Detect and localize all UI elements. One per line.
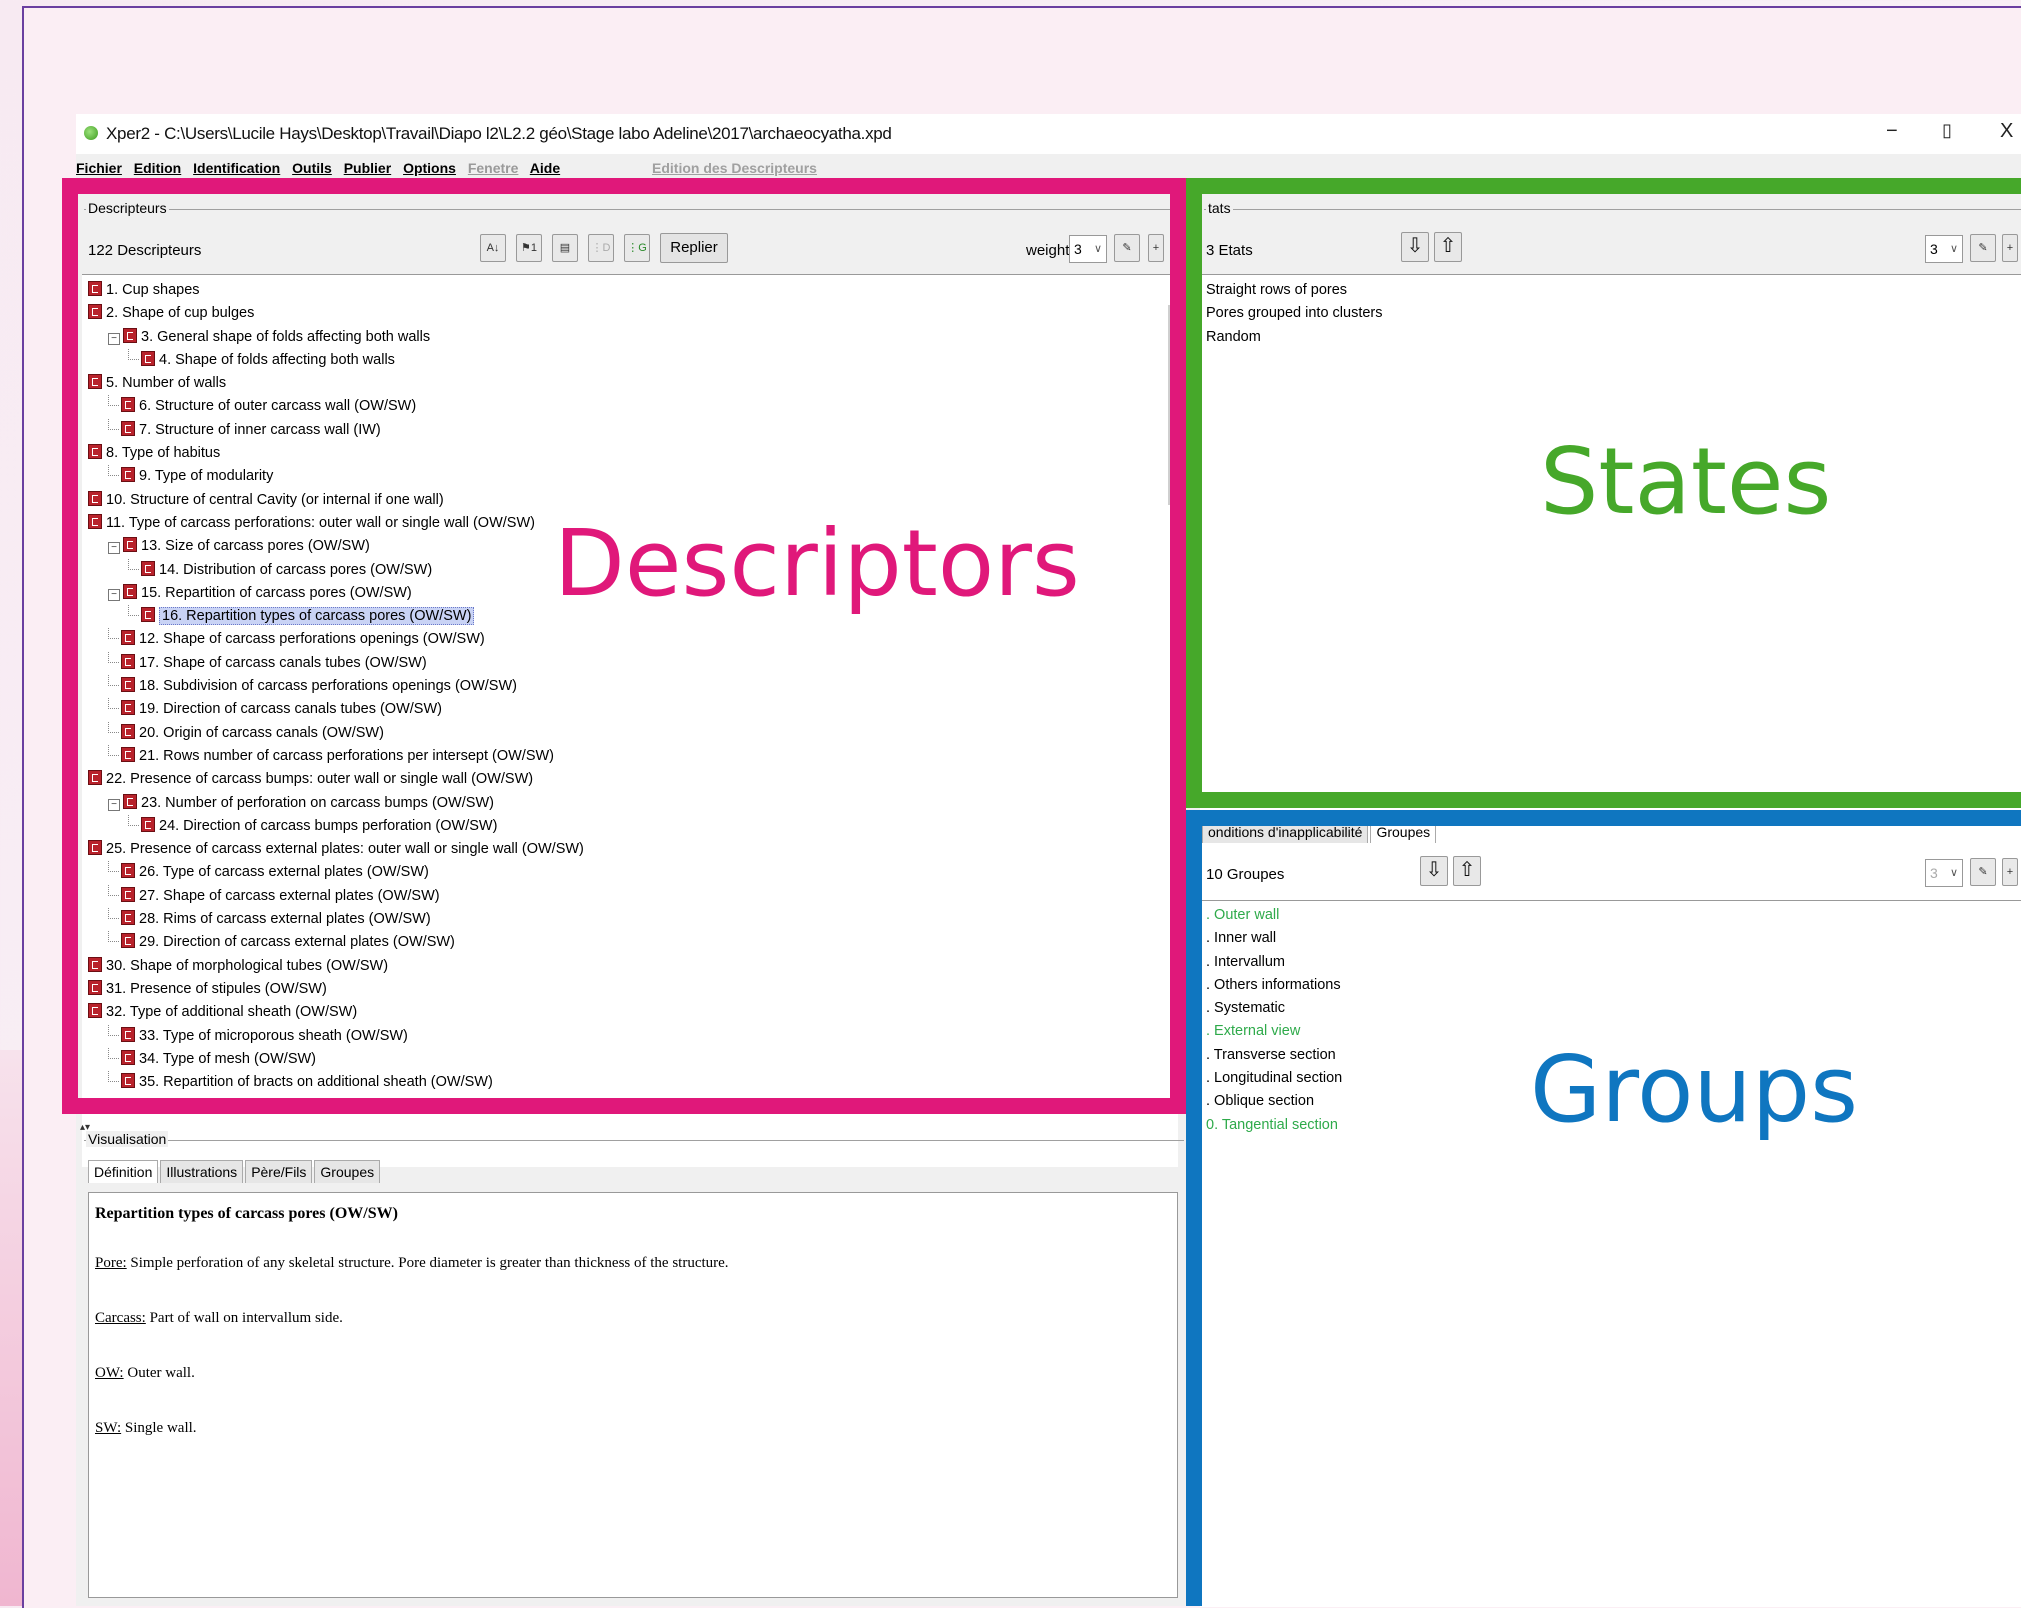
term-pore: Pore:	[95, 1255, 127, 1271]
descriptors-annotation: Descriptors	[554, 510, 1080, 617]
visualisation-tabs: Définition Illustrations Père/Fils Groupes	[88, 1160, 382, 1183]
tab-illustrations[interactable]: Illustrations	[160, 1160, 244, 1183]
text-ow: Outer wall.	[123, 1365, 195, 1381]
visualisation-fieldset-border	[84, 1140, 1184, 1141]
term-sw: SW:	[95, 1420, 122, 1436]
minimize-button[interactable]: −	[1886, 120, 1898, 143]
text-sw: Single wall.	[121, 1420, 197, 1436]
close-button[interactable]: X	[2000, 120, 2013, 143]
menu-edition[interactable]: Edition	[134, 160, 181, 176]
definition-ow: OW: Outer wall.	[95, 1365, 195, 1382]
definition-sw: SW: Single wall.	[95, 1420, 197, 1437]
text-pore: Simple perforation of any skeletal struc…	[126, 1255, 729, 1271]
title-bar: Xper2 - C:\Users\Lucile Hays\Desktop\Tra…	[76, 114, 2021, 154]
menu-fichier[interactable]: Fichier	[76, 160, 122, 176]
edition-mode-label: Edition des Descripteurs	[652, 160, 817, 176]
term-ow: OW:	[95, 1365, 124, 1381]
states-annotation: States	[1540, 428, 1832, 535]
text-carcass: Part of wall on intervallum side.	[145, 1310, 343, 1326]
tab-definition[interactable]: Définition	[88, 1160, 159, 1183]
groups-annotation: Groups	[1530, 1036, 1859, 1143]
menu-outils[interactable]: Outils	[292, 160, 332, 176]
xper-app-icon	[84, 126, 98, 140]
definition-panel: Repartition types of carcass pores (OW/S…	[88, 1192, 1178, 1598]
menu-identification[interactable]: Identification	[193, 160, 280, 176]
menu-aide[interactable]: Aide	[530, 160, 560, 176]
descriptors-highlight-box	[62, 178, 1186, 1114]
window-title: Xper2 - C:\Users\Lucile Hays\Desktop\Tra…	[106, 124, 892, 143]
tab-pere-fils[interactable]: Père/Fils	[245, 1160, 313, 1183]
menu-publier[interactable]: Publier	[344, 160, 391, 176]
menu-fenetre[interactable]: Fenetre	[468, 160, 519, 176]
definition-pore: Pore: Simple perforation of any skeletal…	[95, 1255, 729, 1272]
tab-groupes-vis[interactable]: Groupes	[314, 1160, 381, 1183]
visualisation-legend: Visualisation	[86, 1131, 169, 1147]
menu-bar: Fichier Edition Identification Outils Pu…	[76, 160, 2021, 180]
definition-heading: Repartition types of carcass pores (OW/S…	[95, 1205, 398, 1222]
menu-options[interactable]: Options	[403, 160, 456, 176]
slide-decoration	[0, 1050, 22, 1606]
groups-highlight-box	[1186, 810, 2021, 1606]
restore-button[interactable]: ▯	[1942, 120, 1952, 141]
term-carcass: Carcass:	[95, 1310, 146, 1326]
definition-carcass: Carcass: Part of wall on intervallum sid…	[95, 1310, 343, 1327]
